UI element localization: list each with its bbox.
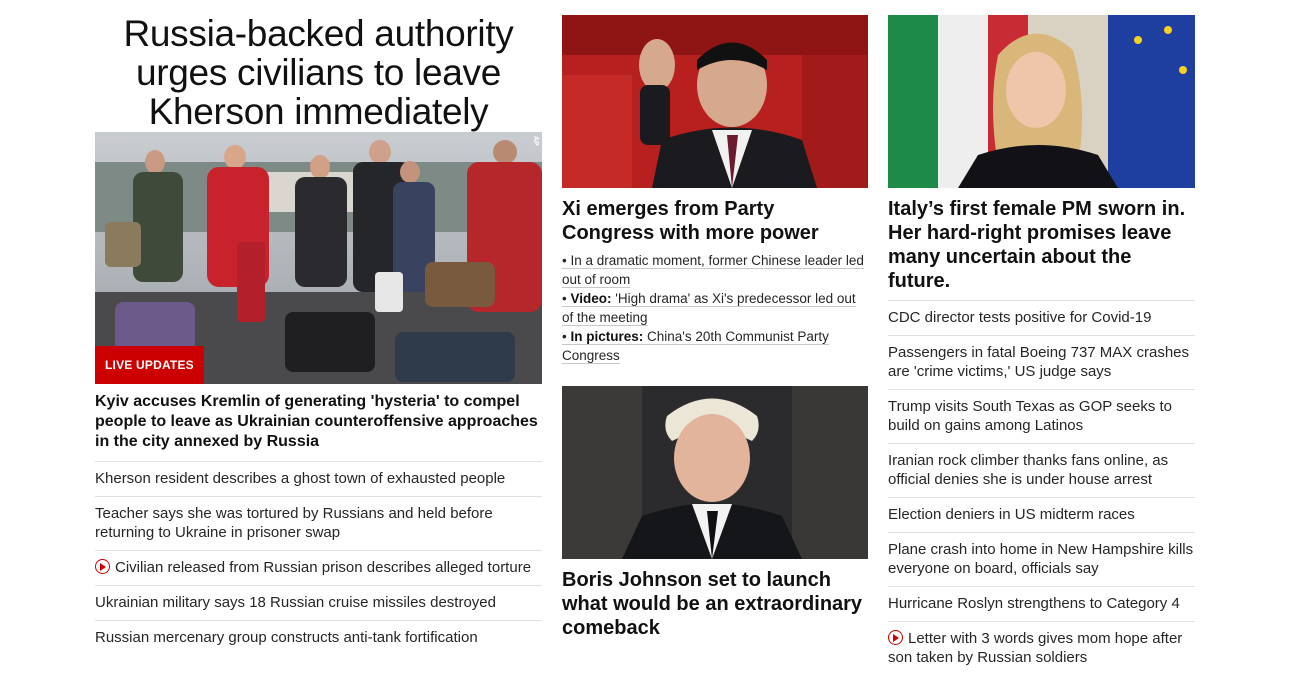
lead-headline: Russia-backed authority urges civilians … <box>95 14 542 132</box>
bullet-text: In a dramatic moment, former Chinese lea… <box>562 253 864 287</box>
story-link[interactable]: Election deniers in US midterm races <box>888 506 1135 523</box>
video-play-icon <box>95 559 110 574</box>
list-item: Civilian released from Russian prison de… <box>95 551 542 586</box>
meloni-story-headline[interactable]: Italy’s first female PM sworn in. Her ha… <box>888 197 1195 301</box>
middle-column: Xi emerges from Party Congress with more… <box>562 0 868 640</box>
list-item: Election deniers in US midterm races <box>888 498 1195 533</box>
list-item: • In a dramatic moment, former Chinese l… <box>562 251 868 289</box>
list-item: Trump visits South Texas as GOP seeks to… <box>888 390 1195 444</box>
story-link[interactable]: Hurricane Roslyn strengthens to Category… <box>888 595 1180 612</box>
list-item: Teacher says she was tortured by Russian… <box>95 497 542 551</box>
story-link[interactable]: CDC director tests positive for Covid-19 <box>888 309 1151 326</box>
bullet-link[interactable]: • In a dramatic moment, former Chinese l… <box>562 253 864 288</box>
lead-headline-link[interactable]: Russia-backed authority urges civilians … <box>123 13 513 132</box>
related-link[interactable]: Civilian released from Russian prison de… <box>115 559 531 576</box>
list-item: Russian mercenary group constructs anti-… <box>95 621 542 655</box>
story-link[interactable]: Iranian rock climber thanks fans online,… <box>888 452 1168 488</box>
bullet-label: Video: <box>570 291 612 306</box>
live-updates-badge[interactable]: LIVE UPDATES <box>95 346 204 384</box>
kherson-related-links: Kherson resident describes a ghost town … <box>95 462 542 655</box>
top-stories-list: CDC director tests positive for Covid-19… <box>888 301 1195 675</box>
meloni-image[interactable] <box>888 15 1195 188</box>
johnson-story-headline[interactable]: Boris Johnson set to launch what would b… <box>562 568 868 640</box>
list-item: CDC director tests positive for Covid-19 <box>888 301 1195 336</box>
xi-photo <box>562 15 868 188</box>
johnson-photo <box>562 386 868 559</box>
xi-story-headline[interactable]: Xi emerges from Party Congress with more… <box>562 197 868 245</box>
list-item: • In pictures: China's 20th Communist Pa… <box>562 327 868 365</box>
meloni-photo <box>888 15 1195 188</box>
list-item: Passengers in fatal Boeing 737 MAX crash… <box>888 336 1195 390</box>
related-link[interactable]: Ukrainian military says 18 Russian cruis… <box>95 594 496 611</box>
photo-credit: AP <box>532 136 539 146</box>
story-link[interactable]: Letter with 3 words gives mom hope after… <box>888 630 1182 666</box>
left-column: Russia-backed authority urges civilians … <box>95 0 542 655</box>
story-link[interactable]: Passengers in fatal Boeing 737 MAX crash… <box>888 344 1189 380</box>
story-link[interactable]: Trump visits South Texas as GOP seeks to… <box>888 398 1172 434</box>
boris-johnson-image[interactable] <box>562 386 868 559</box>
video-play-icon <box>888 630 903 645</box>
bullet-link[interactable]: • Video: 'High drama' as Xi's predecesso… <box>562 291 856 326</box>
list-item: Hurricane Roslyn strengthens to Category… <box>888 587 1195 622</box>
list-item: Iranian rock climber thanks fans online,… <box>888 444 1195 498</box>
list-item: Plane crash into home in New Hampshire k… <box>888 533 1195 587</box>
related-link[interactable]: Kherson resident describes a ghost town … <box>95 470 505 487</box>
list-item: Letter with 3 words gives mom hope after… <box>888 622 1195 675</box>
list-item: Kherson resident describes a ghost town … <box>95 462 542 497</box>
bullet-label: In pictures: <box>570 329 644 344</box>
list-item: Ukrainian military says 18 Russian cruis… <box>95 586 542 621</box>
related-link[interactable]: Russian mercenary group constructs anti-… <box>95 629 478 646</box>
kherson-evacuees-image[interactable]: AP LIVE UPDATES <box>95 132 542 384</box>
related-link[interactable]: Teacher says she was tortured by Russian… <box>95 505 493 541</box>
kyiv-story-headline[interactable]: Kyiv accuses Kremlin of generating 'hyst… <box>95 392 542 462</box>
list-item: • Video: 'High drama' as Xi's predecesso… <box>562 289 868 327</box>
bullet-link[interactable]: • In pictures: China's 20th Communist Pa… <box>562 329 829 364</box>
story-link[interactable]: Plane crash into home in New Hampshire k… <box>888 541 1193 577</box>
xi-jinping-image[interactable] <box>562 15 868 188</box>
xi-story-bullets: • In a dramatic moment, former Chinese l… <box>562 251 868 365</box>
right-column: Italy’s first female PM sworn in. Her ha… <box>888 0 1195 675</box>
